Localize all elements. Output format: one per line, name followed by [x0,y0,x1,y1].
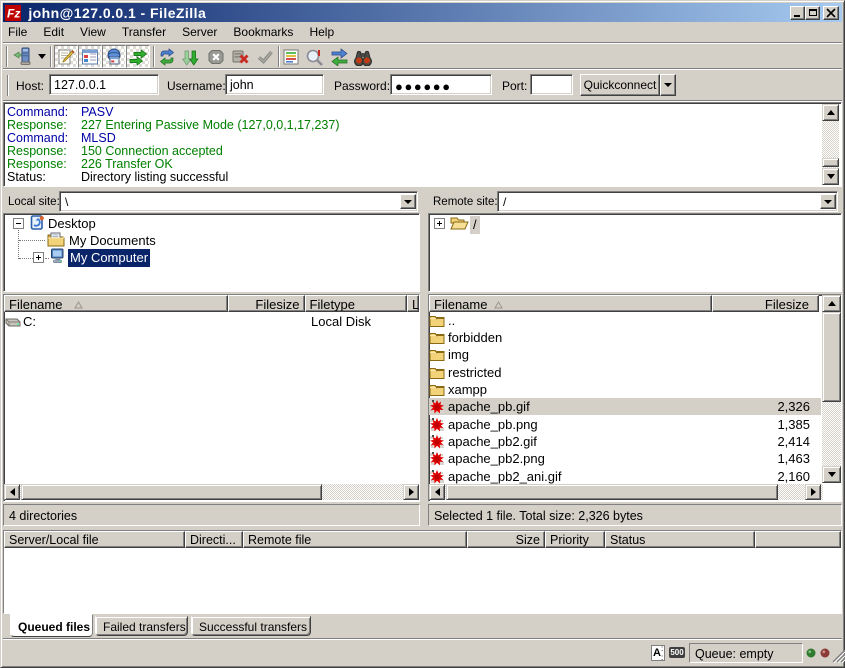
svg-text:Fz: Fz [7,6,20,20]
